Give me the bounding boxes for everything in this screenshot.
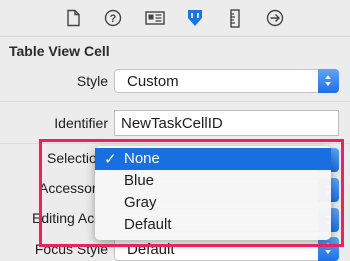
style-value: Custom [127,73,179,90]
size-inspector-icon[interactable] [228,9,246,28]
inspector-toolbar: ? [0,0,350,37]
identity-inspector-icon[interactable] [145,9,165,27]
annotation-highlight-box [39,139,344,247]
identifier-label: Identifier [54,115,108,131]
style-label: Style [76,73,108,89]
divider [0,101,350,102]
identifier-field[interactable]: NewTaskCellID [114,110,339,136]
popup-stepper-icon [318,69,339,93]
section-title: Table View Cell [9,43,110,59]
attributes-inspector-icon[interactable] [186,9,204,27]
svg-text:?: ? [110,13,117,25]
connections-inspector-icon[interactable] [266,9,284,27]
file-inspector-icon[interactable] [64,9,82,27]
style-popup[interactable]: Custom [114,69,339,93]
quick-help-icon[interactable]: ? [104,9,122,27]
